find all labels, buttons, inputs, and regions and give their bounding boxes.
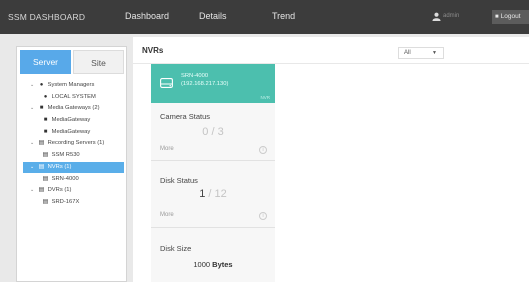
logout-icon: ■ (495, 14, 499, 20)
tab-server[interactable]: Server (20, 50, 71, 74)
server-icon: ▤ (42, 199, 49, 205)
tree-node-ssm-r530[interactable]: ▤ SSM R530 (41, 150, 124, 161)
chevron-down-icon[interactable]: ⌄ (30, 138, 37, 149)
tree-node-system-managers[interactable]: ⌄ ● System Managers (30, 80, 124, 91)
camera-status-value: 0 / 3 (202, 126, 224, 138)
device-name: SRN-4000 (181, 73, 209, 79)
tree-node-nvrs[interactable]: ⌄ ▤ NVRs (1) (23, 162, 124, 173)
filter-select[interactable]: All ▼ (398, 47, 444, 59)
gateway-icon: ■ (43, 129, 48, 135)
server-icon: ▤ (38, 140, 45, 146)
tree-node-recording-servers[interactable]: ⌄ ▤ Recording Servers (1) (30, 138, 124, 149)
main-content: NVRs All ▼ SRN-4000 (192.168.217.130) NV… (133, 37, 529, 282)
shield-icon: ● (43, 94, 48, 100)
tree-node-local-system[interactable]: ● LOCAL SYSTEM (41, 92, 124, 103)
chevron-down-icon[interactable]: ⌄ (30, 162, 37, 173)
info-icon[interactable]: i (259, 212, 267, 220)
disk-status-title: Disk Status (160, 176, 198, 185)
nvr-card[interactable]: SRN-4000 (192.168.217.130) NVR Camera St… (151, 64, 275, 282)
nvr-card-header[interactable]: SRN-4000 (192.168.217.130) NVR (151, 64, 275, 103)
nav-details[interactable]: Details (199, 11, 227, 21)
chevron-down-icon[interactable]: ⌄ (30, 103, 37, 114)
disk-size-value: 1000 Bytes (193, 260, 233, 269)
disk-status-value: 1 / 12 (199, 188, 227, 200)
tree-node-srd-167x[interactable]: ▤ SRD-167X (41, 197, 124, 208)
top-bar: SSM DASHBOARD Dashboard Details Trend ad… (0, 0, 529, 34)
tree-node-srn-4000[interactable]: ▤ SRN-4000 (41, 174, 124, 185)
disk-size-title: Disk Size (160, 244, 192, 253)
shield-icon: ● (39, 82, 44, 88)
chevron-down-icon[interactable]: ⌄ (30, 80, 37, 91)
tree-node-dvrs[interactable]: ⌄ ▤ DVRs (1) (30, 185, 124, 196)
hard-drive-icon (160, 78, 173, 88)
server-icon: ▤ (38, 164, 45, 170)
logout-button[interactable]: ■ Logout (492, 10, 529, 24)
chevron-down-icon[interactable]: ⌄ (30, 185, 37, 196)
info-icon[interactable]: i (259, 146, 267, 154)
device-type-tag: NVR (260, 95, 270, 100)
nav-dashboard[interactable]: Dashboard (125, 11, 169, 21)
tree-node-media-gateway-2[interactable]: ■ MediaGateway (41, 127, 124, 138)
logout-label: Logout (500, 13, 521, 20)
server-icon: ▤ (42, 176, 49, 182)
section-divider (151, 227, 275, 228)
gateway-icon: ■ (43, 117, 48, 123)
user-icon (432, 12, 441, 21)
tree-node-media-gateways[interactable]: ⌄ ■ Media Gateways (2) (30, 103, 124, 114)
app-brand: SSM DASHBOARD (8, 12, 86, 22)
caret-down-icon: ▼ (432, 50, 437, 56)
section-divider (151, 160, 275, 161)
tree-node-media-gateway-1[interactable]: ■ MediaGateway (41, 115, 124, 126)
device-tree-panel: Server Site ⌄ ● System Managers ● LOCAL S… (16, 46, 127, 282)
camera-status-title: Camera Status (160, 112, 211, 121)
camera-status-more-link[interactable]: More (160, 146, 174, 152)
tab-site[interactable]: Site (73, 50, 124, 74)
user-name: admin (443, 13, 460, 19)
filter-select-value: All (404, 50, 411, 56)
server-icon: ▤ (38, 187, 45, 193)
server-icon: ▤ (42, 152, 49, 158)
disk-status-more-link[interactable]: More (160, 212, 174, 218)
device-ip: (192.168.217.130) (181, 81, 229, 87)
page-title: NVRs (142, 46, 164, 55)
nav-trend[interactable]: Trend (272, 11, 295, 21)
gateway-icon: ■ (39, 105, 44, 111)
